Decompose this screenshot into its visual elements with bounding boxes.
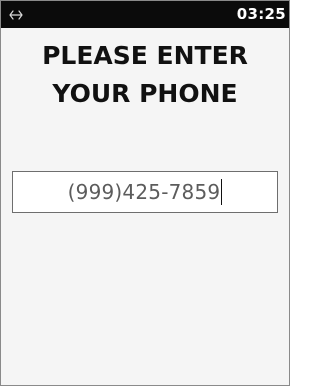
page-title: PLEASE ENTER YOUR PHONE [1, 37, 289, 113]
phone-number-input[interactable]: (999)425-7859 [12, 171, 278, 213]
prompt-line-2: YOUR PHONE [52, 79, 238, 108]
text-cursor [221, 179, 223, 205]
phone-number-value: (999)425-7859 [67, 180, 221, 204]
arrows-left-right-icon [9, 7, 23, 21]
prompt-line-1: PLEASE ENTER [42, 41, 248, 70]
status-time: 03:25 [236, 5, 286, 23]
phone-entry-screen: 03:25 PLEASE ENTER YOUR PHONE (999)425-7… [0, 0, 290, 386]
status-bar: 03:25 [1, 1, 289, 28]
